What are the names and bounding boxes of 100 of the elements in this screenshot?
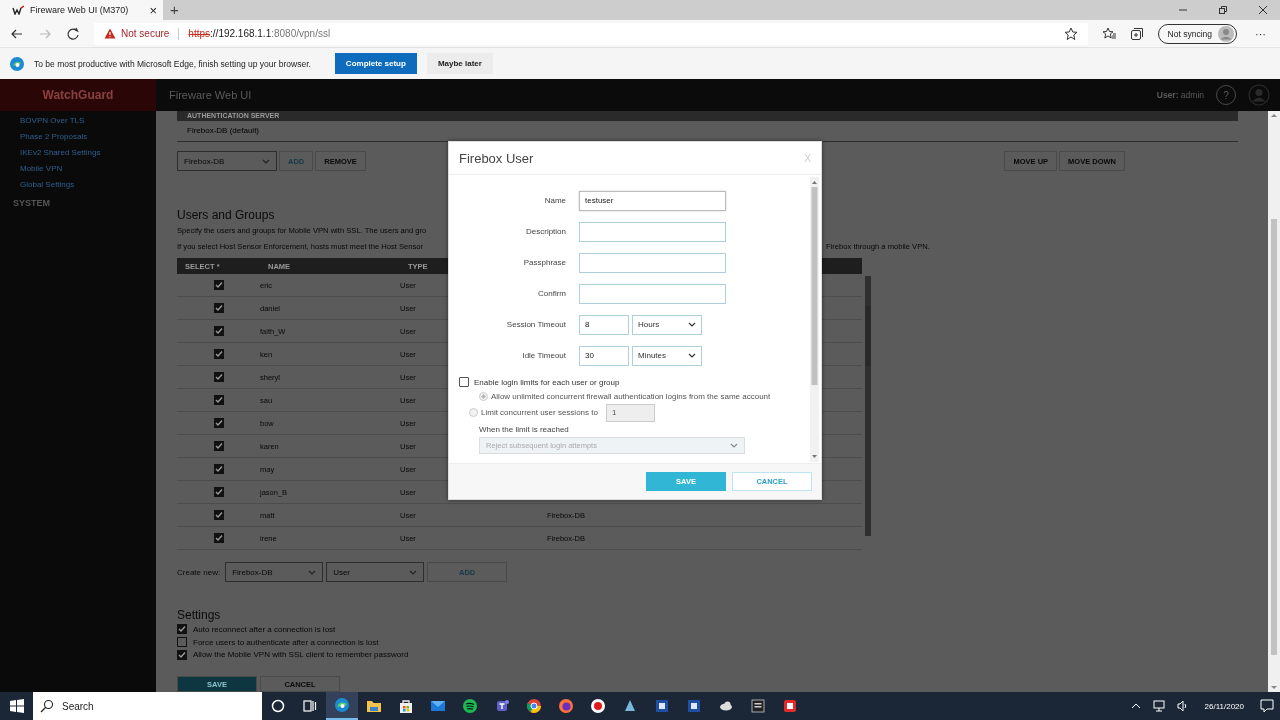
checkbox[interactable] bbox=[213, 303, 224, 313]
checkbox-label: Force users to authenticate after a connection is lost bbox=[193, 637, 379, 647]
favorite-icon[interactable] bbox=[1063, 26, 1078, 41]
checkbox[interactable] bbox=[213, 395, 224, 405]
chevron-icon bbox=[262, 158, 270, 164]
radio-button[interactable] bbox=[469, 408, 478, 417]
section-title: Users and Groups bbox=[177, 208, 276, 223]
checkbox[interactable] bbox=[459, 377, 469, 387]
input-field[interactable] bbox=[579, 252, 726, 273]
checkbox[interactable] bbox=[177, 624, 187, 635]
checkbox[interactable] bbox=[213, 418, 224, 428]
favorites-icon[interactable] bbox=[1101, 26, 1116, 41]
field-label: Confirm bbox=[537, 289, 566, 298]
type-select[interactable]: User bbox=[326, 562, 425, 582]
warning-icon bbox=[104, 28, 116, 39]
field-label: When the limit is reached bbox=[478, 424, 570, 436]
address-field[interactable]: Not secure https://192.168.1.1:8080/vpn/ssl bbox=[94, 22, 1088, 45]
scrollbar[interactable] bbox=[865, 276, 871, 536]
sidebar-item[interactable]: Global Settings bbox=[20, 177, 156, 193]
field-label: Name bbox=[543, 196, 566, 205]
app-icon[interactable] bbox=[622, 698, 638, 714]
store-icon[interactable] bbox=[398, 698, 414, 714]
app-icon[interactable] bbox=[686, 698, 702, 714]
user-label: User: admin bbox=[1156, 90, 1204, 100]
url-text: https://192.168.1.1:8080/vpn/ssl bbox=[188, 28, 331, 39]
sidebar-item[interactable]: IKEv2 Shared Settings bbox=[20, 145, 156, 161]
mail-icon[interactable] bbox=[430, 698, 446, 714]
sidebar-item[interactable]: Phase 2 Proposals bbox=[20, 129, 156, 145]
search-field[interactable]: Search bbox=[33, 692, 262, 720]
close-icon[interactable] bbox=[1258, 5, 1268, 15]
chevron-up-icon[interactable] bbox=[1130, 702, 1141, 710]
checkbox[interactable] bbox=[213, 533, 224, 543]
input-field[interactable]: 30 bbox=[579, 345, 629, 366]
record-icon[interactable] bbox=[590, 698, 606, 714]
radio-button[interactable] bbox=[479, 391, 488, 401]
volume-icon[interactable] bbox=[1176, 700, 1189, 712]
app-icon[interactable] bbox=[654, 698, 670, 714]
sidebar-item[interactable]: BOVPN Over TLS bbox=[20, 113, 156, 129]
sidebar-section[interactable]: SYSTEM bbox=[13, 195, 156, 211]
field-label: Passphrase bbox=[522, 258, 566, 267]
checkbox[interactable] bbox=[213, 487, 224, 497]
dialog-title: Firebox User bbox=[459, 150, 534, 166]
checkbox-label: Enable login limits for each user or group bbox=[474, 377, 620, 387]
brand-logo: WatchGuard bbox=[42, 88, 114, 102]
windows-icon[interactable] bbox=[10, 699, 24, 713]
network-icon[interactable] bbox=[1152, 700, 1165, 712]
restore-icon[interactable] bbox=[1218, 5, 1228, 15]
browser-tab[interactable]: Fireware Web UI (M370) × bbox=[0, 0, 163, 20]
more-menu-button[interactable]: ··· bbox=[1251, 27, 1270, 40]
server-select[interactable]: Firebox-DB bbox=[177, 151, 277, 171]
input-field[interactable]: testuser bbox=[579, 190, 726, 211]
complete-setup-button[interactable]: Complete setup bbox=[334, 53, 417, 74]
checkbox[interactable] bbox=[213, 441, 224, 451]
chat-app-icon[interactable] bbox=[494, 698, 510, 714]
input-field[interactable]: 8 bbox=[579, 314, 629, 335]
collections-icon[interactable] bbox=[1129, 26, 1144, 41]
chevron-icon bbox=[308, 569, 317, 575]
chevron-icon bbox=[409, 569, 418, 575]
cortana-icon[interactable] bbox=[270, 698, 286, 714]
input-field[interactable] bbox=[579, 283, 726, 304]
notification-icon[interactable] bbox=[1260, 699, 1274, 713]
edge-icon bbox=[10, 56, 24, 71]
checkbox[interactable] bbox=[177, 637, 187, 647]
server-select[interactable]: Firebox-DB bbox=[225, 562, 324, 582]
search-icon bbox=[40, 699, 54, 713]
unit-select[interactable]: Hours bbox=[632, 314, 702, 335]
checkbox[interactable] bbox=[213, 280, 224, 290]
input-field[interactable] bbox=[579, 221, 726, 242]
radio-label: Limit concurrent user sessions to bbox=[481, 408, 598, 417]
chevron-icon bbox=[688, 322, 696, 327]
tab-title: Fireware Web UI (M370) bbox=[30, 5, 130, 15]
scrollbar[interactable] bbox=[810, 177, 819, 462]
checkbox[interactable] bbox=[213, 349, 224, 359]
avatar-icon bbox=[1218, 25, 1234, 42]
field-label: Idle Timeout bbox=[521, 351, 566, 360]
unit-select[interactable]: Minutes bbox=[632, 345, 702, 366]
app-icon[interactable] bbox=[782, 698, 798, 714]
checkbox[interactable] bbox=[213, 326, 224, 336]
checkbox[interactable] bbox=[177, 649, 187, 660]
checkbox[interactable] bbox=[213, 372, 224, 382]
new-tab-button[interactable]: + bbox=[163, 0, 186, 20]
chevron-icon bbox=[688, 353, 696, 358]
browser-icon[interactable] bbox=[334, 697, 350, 713]
task-view-icon[interactable] bbox=[302, 698, 318, 714]
field-label: Session Timeout bbox=[505, 320, 566, 329]
security-status: Not secure bbox=[121, 28, 170, 39]
folder-icon[interactable] bbox=[366, 698, 382, 714]
refresh-icon[interactable] bbox=[66, 26, 80, 41]
browser-icon[interactable] bbox=[526, 698, 542, 714]
checkbox[interactable] bbox=[213, 510, 224, 520]
sidebar-item[interactable]: Mobile VPN bbox=[20, 161, 156, 177]
music-app-icon[interactable] bbox=[462, 698, 478, 714]
app-title: Fireware Web UI bbox=[169, 89, 252, 101]
maybe-later-button[interactable]: Maybe later bbox=[426, 53, 493, 74]
checkbox[interactable] bbox=[213, 464, 224, 474]
scrollbar[interactable] bbox=[1268, 111, 1280, 692]
field-label: Create new: bbox=[177, 567, 221, 577]
app-icon[interactable] bbox=[750, 698, 766, 714]
infobar-message: To be most productive with Microsoft Edge, finish setting up your browser. bbox=[34, 58, 311, 69]
close-icon[interactable]: × bbox=[149, 3, 157, 17]
